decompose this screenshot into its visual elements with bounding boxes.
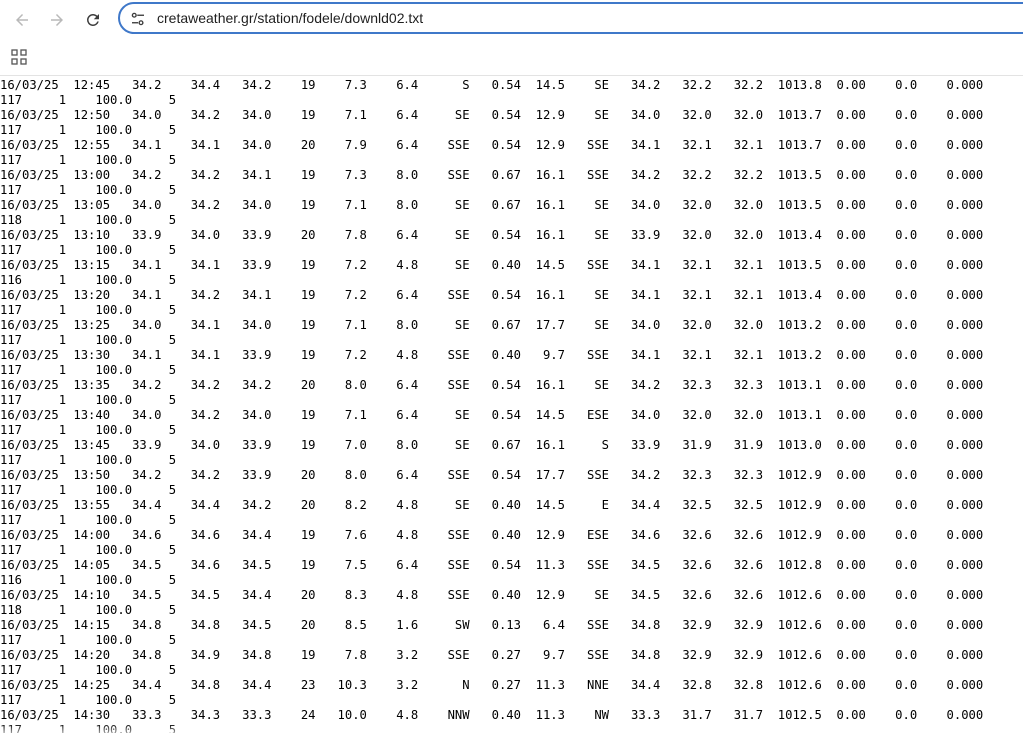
file-line: 16/03/25 14:20 34.8 34.9 34.8 19 7.8 3.2… xyxy=(0,648,984,662)
file-line: 117 1 100.0 5 xyxy=(0,93,177,107)
file-line: 16/03/25 12:45 34.2 34.4 34.2 19 7.3 6.4… xyxy=(0,78,984,92)
file-line: 117 1 100.0 5 xyxy=(0,123,177,137)
file-line: 117 1 100.0 5 xyxy=(0,693,177,707)
file-line: 117 1 100.0 5 xyxy=(0,393,177,407)
file-line: 117 1 100.0 5 xyxy=(0,453,177,467)
file-line: 16/03/25 14:25 34.4 34.8 34.4 23 10.3 3.… xyxy=(0,678,984,692)
file-line: 16/03/25 12:55 34.1 34.1 34.0 20 7.9 6.4… xyxy=(0,138,984,152)
file-line: 16/03/25 14:00 34.6 34.6 34.4 19 7.6 4.8… xyxy=(0,528,984,542)
file-line: 16/03/25 13:05 34.0 34.2 34.0 19 7.1 8.0… xyxy=(0,198,984,212)
file-line: 16/03/25 13:25 34.0 34.1 34.0 19 7.1 8.0… xyxy=(0,318,984,332)
file-line: 16/03/25 14:05 34.5 34.6 34.5 19 7.5 6.4… xyxy=(0,558,984,572)
file-line: 16/03/25 13:45 33.9 34.0 33.9 19 7.0 8.0… xyxy=(0,438,984,452)
file-line: 118 1 100.0 5 xyxy=(0,603,177,617)
file-line: 118 1 100.0 5 xyxy=(0,213,177,227)
file-line: 117 1 100.0 5 xyxy=(0,153,177,167)
file-line: 16/03/25 13:30 34.1 34.1 33.9 19 7.2 4.8… xyxy=(0,348,984,362)
address-bar[interactable]: cretaweather.gr/station/fodele/downld02.… xyxy=(118,2,1023,34)
file-line: 117 1 100.0 5 xyxy=(0,513,177,527)
file-line: 16/03/25 13:35 34.2 34.2 34.2 20 8.0 6.4… xyxy=(0,378,984,392)
file-line: 117 1 100.0 5 xyxy=(0,243,177,257)
url-text[interactable]: cretaweather.gr/station/fodele/downld02.… xyxy=(157,10,423,26)
file-line: 16/03/25 13:40 34.0 34.2 34.0 19 7.1 6.4… xyxy=(0,408,984,422)
file-line: 16/03/25 13:50 34.2 34.2 33.9 20 8.0 6.4… xyxy=(0,468,984,482)
file-line: 117 1 100.0 5 xyxy=(0,183,177,197)
arrow-left-icon xyxy=(16,14,28,26)
file-line: 117 1 100.0 5 xyxy=(0,333,177,347)
file-line: 117 1 100.0 5 xyxy=(0,303,177,317)
browser-toolbar: cretaweather.gr/station/fodele/downld02.… xyxy=(0,0,1023,40)
file-line: 117 1 100.0 5 xyxy=(0,663,177,677)
file-line: 117 1 100.0 5 xyxy=(0,363,177,377)
file-line: 16/03/25 13:10 33.9 34.0 33.9 20 7.8 6.4… xyxy=(0,228,984,242)
text-file-content: 117 1 100.0 516/03/25 12:45 34.2 34.4 34… xyxy=(0,76,1023,733)
file-line: 117 1 100.0 5 xyxy=(0,543,177,557)
file-line: 16/03/25 14:10 34.5 34.5 34.4 20 8.3 4.8… xyxy=(0,588,984,602)
file-text: 117 1 100.0 516/03/25 12:45 34.2 34.4 34… xyxy=(0,76,983,733)
reload-button[interactable] xyxy=(78,5,108,35)
file-line: 16/03/25 13:15 34.1 34.1 33.9 19 7.2 4.8… xyxy=(0,258,984,272)
file-line: 117 1 100.0 5 xyxy=(0,423,177,437)
file-line: 16/03/25 13:20 34.1 34.2 34.1 19 7.2 6.4… xyxy=(0,288,984,302)
bookmarks-bar xyxy=(0,40,1023,76)
back-button[interactable] xyxy=(7,5,37,35)
file-line: 116 1 100.0 5 xyxy=(0,573,177,587)
file-line: 117 1 100.0 5 xyxy=(0,633,177,647)
file-line: 16/03/25 12:50 34.0 34.2 34.0 19 7.1 6.4… xyxy=(0,108,984,122)
arrow-right-icon xyxy=(51,14,63,26)
forward-button[interactable] xyxy=(42,5,72,35)
tune-icon[interactable] xyxy=(129,10,147,28)
file-line: 117 1 100.0 5 xyxy=(0,483,177,497)
bottom-fade xyxy=(0,723,1023,733)
file-line: 16/03/25 14:15 34.8 34.8 34.5 20 8.5 1.6… xyxy=(0,618,984,632)
reload-icon xyxy=(86,13,99,26)
file-line: 16/03/25 14:30 33.3 34.3 33.3 24 10.0 4.… xyxy=(0,708,984,722)
file-line: 16/03/25 13:55 34.4 34.4 34.2 20 8.2 4.8… xyxy=(0,498,984,512)
apps-grid-icon[interactable] xyxy=(11,49,27,65)
file-line: 16/03/25 13:00 34.2 34.2 34.1 19 7.3 8.0… xyxy=(0,168,984,182)
file-line: 116 1 100.0 5 xyxy=(0,273,177,287)
